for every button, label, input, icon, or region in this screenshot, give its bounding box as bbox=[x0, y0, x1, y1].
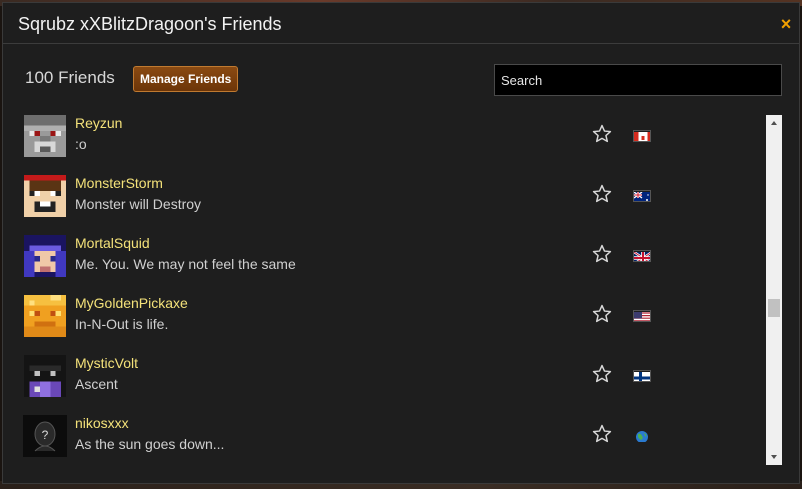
star-outline-icon[interactable] bbox=[591, 303, 613, 325]
dialog-title: Sqrubz xXBlitzDragoon's Friends bbox=[18, 14, 282, 34]
friend-name[interactable]: MonsterStorm bbox=[75, 175, 163, 191]
friends-dialog: Sqrubz xXBlitzDragoon's Friends × 100 Fr… bbox=[2, 2, 800, 484]
arrow-down-icon[interactable] bbox=[766, 449, 782, 465]
manage-friends-button[interactable]: Manage Friends bbox=[133, 66, 239, 92]
friend-name[interactable]: MyGoldenPickaxe bbox=[75, 295, 188, 311]
star-outline-icon[interactable] bbox=[591, 363, 613, 385]
search-input[interactable] bbox=[494, 64, 782, 96]
reyzun-avatar[interactable] bbox=[23, 115, 67, 157]
canada-flag bbox=[633, 130, 651, 142]
friends-count: 100 Friends bbox=[25, 68, 115, 87]
friend-name[interactable]: MysticVolt bbox=[75, 355, 138, 371]
friend-status: Me. You. We may not feel the same bbox=[75, 256, 296, 272]
monsterstorm-avatar[interactable] bbox=[23, 175, 67, 217]
friend-status: :o bbox=[75, 136, 87, 152]
friends-toolbar: 100 Friends Manage Friends bbox=[3, 45, 799, 109]
australia-flag bbox=[633, 190, 651, 202]
friend-status: Ascent bbox=[75, 376, 118, 392]
friend-status: Monster will Destroy bbox=[75, 196, 202, 212]
friends-list: Reyzun :o MonsterStorm Monster will Dest… bbox=[3, 111, 763, 463]
friend-name[interactable]: nikosxxx bbox=[75, 415, 129, 431]
arrow-up-icon[interactable] bbox=[766, 115, 782, 131]
star-outline-icon[interactable] bbox=[591, 183, 613, 205]
list-item: MysticVolt Ascent bbox=[3, 351, 763, 411]
friend-status: As the sun goes down... bbox=[75, 436, 225, 452]
star-outline-icon[interactable] bbox=[591, 423, 613, 445]
usa-flag bbox=[633, 310, 651, 322]
finland-flag bbox=[633, 370, 651, 382]
list-item: Reyzun :o bbox=[3, 111, 763, 171]
star-outline-icon[interactable] bbox=[591, 243, 613, 265]
list-item: MonsterStorm Monster will Destroy bbox=[3, 171, 763, 231]
friend-name[interactable]: MortalSquid bbox=[75, 235, 150, 251]
friend-name[interactable]: Reyzun bbox=[75, 115, 122, 131]
list-item: MyGoldenPickaxe In-N-Out is life. bbox=[3, 291, 763, 351]
mysticvolt-avatar[interactable] bbox=[23, 355, 67, 397]
globe-icon bbox=[633, 430, 651, 442]
scrollbar-thumb[interactable] bbox=[768, 299, 780, 317]
uk-flag bbox=[633, 250, 651, 262]
close-icon[interactable]: × bbox=[779, 15, 793, 33]
dialog-titlebar: Sqrubz xXBlitzDragoon's Friends × bbox=[3, 3, 799, 44]
mygoldenpickaxe-avatar[interactable] bbox=[23, 295, 67, 337]
friends-scrollbar[interactable] bbox=[766, 115, 782, 465]
svg-text:?: ? bbox=[42, 428, 49, 442]
mortalsquid-avatar[interactable] bbox=[23, 235, 67, 277]
star-outline-icon[interactable] bbox=[591, 123, 613, 145]
friend-status: In-N-Out is life. bbox=[75, 316, 169, 332]
list-item: ? nikosxxx As the sun goes down... bbox=[3, 411, 763, 463]
nikosxxx-avatar[interactable]: ? bbox=[23, 415, 67, 457]
list-item: MortalSquid Me. You. We may not feel the… bbox=[3, 231, 763, 291]
